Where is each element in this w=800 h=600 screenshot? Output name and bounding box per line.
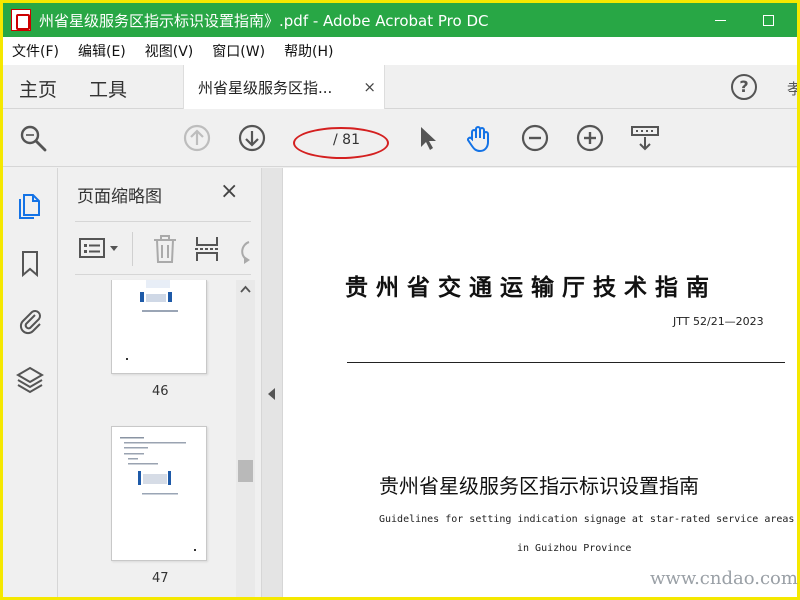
menu-view[interactable]: 视图(V) (145, 41, 194, 61)
menu-edit[interactable]: 编辑(E) (78, 41, 126, 61)
acrobat-window: 州省星级服务区指示标识设置指南》.pdf - Adobe Acrobat Pro… (3, 3, 797, 597)
thumbnail-toolbar (75, 221, 251, 275)
document-header-title: 贵州省交通运输厅技术指南 (345, 274, 717, 301)
delete-page-icon[interactable] (152, 234, 178, 264)
zoom-out-icon[interactable] (519, 122, 551, 154)
help-icon[interactable]: ? (731, 74, 757, 100)
tab-home[interactable]: 主页 (19, 75, 57, 102)
maximize-button[interactable] (745, 3, 791, 37)
menu-window[interactable]: 窗口(W) (212, 41, 265, 61)
document-main-title: 贵州省星级服务区指示标识设置指南 (379, 474, 699, 498)
layers-icon[interactable] (15, 364, 45, 394)
attachment-icon[interactable] (15, 306, 45, 336)
tab-tools[interactable]: 工具 (89, 75, 127, 102)
page-thumbnail-content (120, 437, 196, 551)
left-rail (3, 168, 58, 597)
scrollbar-thumb[interactable] (238, 460, 253, 482)
tab-document[interactable]: 州省星级服务区指... × (183, 65, 385, 109)
document-divider (347, 362, 785, 363)
select-arrow-icon[interactable] (411, 122, 443, 154)
scroll-mode-icon[interactable] (629, 122, 661, 154)
thumbnail-panel-title: 页面缩略图 (77, 187, 162, 207)
minimize-button[interactable] (697, 3, 743, 37)
document-subtitle-en-2: in Guizhou Province (517, 543, 632, 554)
title-bar: 州省星级服务区指示标识设置指南》.pdf - Adobe Acrobat Pro… (3, 3, 797, 37)
hand-tool-icon[interactable] (463, 122, 495, 154)
toolbar: / 81 (3, 109, 797, 167)
window-title: 州省星级服务区指示标识设置指南》.pdf - Adobe Acrobat Pro… (39, 11, 489, 30)
page-thumbnail[interactable] (111, 280, 207, 374)
next-page-icon[interactable] (236, 122, 268, 154)
scroll-up-icon[interactable] (239, 284, 252, 294)
page-thumbnail-selected[interactable] (111, 426, 207, 561)
document-view[interactable]: 贵州省交通运输厅技术指南 JTT 52/21—2023 贵州省星级服务区指示标识… (283, 168, 797, 597)
thumbnail-panel: 页面缩略图 × 46 47 (58, 168, 261, 597)
acrobat-app-icon (11, 9, 31, 31)
document-subtitle-en: Guidelines for setting indication signag… (379, 514, 795, 525)
close-panel-icon[interactable]: × (220, 179, 238, 204)
previous-page-icon[interactable] (181, 122, 213, 154)
page-thumbnail-number: 47 (152, 571, 169, 586)
panel-splitter[interactable] (261, 168, 283, 597)
collapse-panel-icon[interactable] (268, 388, 275, 400)
thumbnail-options-icon[interactable] (79, 236, 123, 262)
menu-bar: 文件(F) 编辑(E) 视图(V) 窗口(W) 帮助(H) (3, 37, 797, 65)
document-tab-label: 州省星级服务区指... (198, 78, 333, 97)
zoom-in-icon[interactable] (574, 122, 606, 154)
account-menu-partial[interactable]: 孝 (787, 78, 797, 99)
menu-file[interactable]: 文件(F) (12, 41, 59, 61)
close-tab-icon[interactable]: × (363, 78, 376, 96)
annotation-ellipse (293, 127, 389, 159)
page-thumbnail-number: 46 (152, 384, 169, 399)
page-thumbnail-content (126, 280, 178, 360)
rotate-page-icon[interactable] (233, 234, 251, 264)
bookmark-icon[interactable] (15, 248, 45, 278)
maximize-icon (762, 14, 774, 26)
tab-bar: 主页 工具 州省星级服务区指... × ? 孝 (3, 65, 797, 109)
search-icon[interactable] (17, 122, 49, 154)
page-thumbnails-icon[interactable] (15, 190, 45, 220)
minimize-icon (714, 19, 726, 21)
toolbar-divider (132, 232, 133, 266)
extract-pages-icon[interactable] (194, 234, 220, 264)
document-code: JTT 52/21—2023 (673, 315, 764, 328)
thumbnail-scrollbar[interactable] (236, 280, 255, 597)
menu-help[interactable]: 帮助(H) (284, 41, 333, 61)
watermark: www.cndao.com (650, 568, 798, 589)
